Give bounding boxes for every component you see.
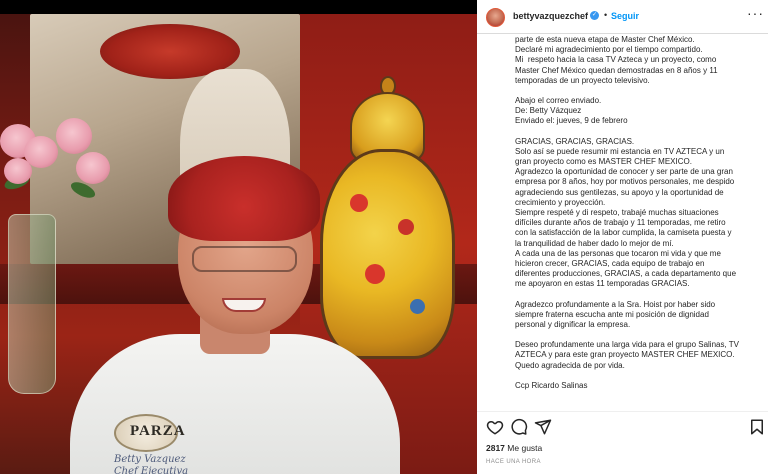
- caption-line: Quedo agradecida de por vida.: [515, 360, 625, 370]
- avatar[interactable]: [486, 8, 505, 27]
- caption-line: difíciles durante años de trabajo y 11 t…: [515, 218, 726, 228]
- post-header: bettyvazquezchef ✓ • Seguir ···: [477, 0, 768, 34]
- caption-line: gran proyecto como es MASTER CHEF MEXICO…: [515, 157, 692, 167]
- talavera-vase: [320, 149, 455, 359]
- caption-line: Agradezco la oportunidad de conocer y se…: [515, 167, 733, 177]
- likes-number: 2817: [486, 443, 505, 453]
- post-side-panel: bettyvazquezchef ✓ • Seguir ··· parte de…: [477, 0, 768, 474]
- caption-line: Abajo el correo enviado.: [515, 96, 602, 106]
- red-hair: [168, 156, 320, 241]
- caption-blank-line: [515, 330, 760, 340]
- follow-button[interactable]: Seguir: [611, 11, 639, 21]
- comment-icon[interactable]: [510, 418, 528, 436]
- caption-line: A cada una de las personas que tocaron m…: [515, 248, 721, 258]
- caption-line: Enviado el: jueves, 9 de febrero: [515, 116, 628, 126]
- caption-line: Deseo profundamente una larga vida para …: [515, 340, 739, 350]
- caption-line: Master Chef México quedan demostradas en…: [515, 65, 718, 75]
- chef-coat: [70, 334, 400, 474]
- embroidery-title: Chef Ejecutiva: [114, 466, 189, 474]
- rose: [4, 158, 32, 184]
- caption-line: Declaré mi agradecimiento por el tiempo …: [515, 45, 703, 55]
- caption-blank-line: [515, 371, 760, 381]
- vase-flower: [350, 194, 368, 212]
- actions-divider: [477, 411, 768, 412]
- header-separator: •: [604, 10, 608, 20]
- caption-line: De: Betty Vázquez: [515, 106, 582, 116]
- caption-line: AZTECA y para este gran proyecto MASTER …: [515, 350, 735, 360]
- caption-line: Mi respeto hacia la casa TV Azteca y un …: [515, 55, 717, 65]
- verified-badge-icon: ✓: [590, 11, 599, 20]
- likes-label: Me gusta: [507, 443, 543, 453]
- caption-line: Siempre respeté y di respeto, trabajé mu…: [515, 208, 719, 218]
- vase-flower: [410, 299, 425, 314]
- more-options-icon[interactable]: ···: [747, 5, 764, 21]
- caption-line: la tranquilidad de haber dado lo mejor d…: [515, 238, 674, 248]
- pink-roses: [0, 114, 120, 224]
- share-icon[interactable]: [534, 418, 552, 436]
- caption-blank-line: [515, 127, 760, 137]
- post-caption: parte de esta nueva etapa de Master Chef…: [477, 35, 768, 410]
- instagram-post-frame: PARZA Betty Vazquez Chef Ejecutiva betty…: [0, 0, 768, 474]
- top-black-strip: [0, 0, 477, 14]
- caption-blank-line: [515, 86, 760, 96]
- caption-line: con la satisfacción de la labor cumplida…: [515, 228, 732, 238]
- vase-flower: [398, 219, 414, 235]
- caption-line: temporadas de un proyecto televisivo.: [515, 75, 650, 85]
- caption-line: diferentes producciones, GRACIAS, a cada…: [515, 269, 737, 279]
- coat-embroidery: Betty Vazquez Chef Ejecutiva: [114, 454, 188, 474]
- post-timestamp[interactable]: HACE UNA HORA: [486, 459, 541, 465]
- embroidery-name: Betty Vazquez: [114, 454, 186, 465]
- likes-count[interactable]: 2817 Me gusta: [486, 443, 542, 453]
- heart-icon[interactable]: [486, 418, 504, 436]
- post-photo[interactable]: PARZA Betty Vazquez Chef Ejecutiva: [0, 14, 477, 474]
- caption-line: parte de esta nueva etapa de Master Chef…: [515, 35, 695, 44]
- caption-line: siempre fraterna escucha ante mi posició…: [515, 309, 709, 319]
- glasses: [192, 246, 297, 272]
- bookmark-icon[interactable]: [748, 418, 766, 436]
- caption-line: empresa por 8 años, hoy por motivos pers…: [515, 177, 735, 187]
- rose: [56, 118, 92, 154]
- caption-line: GRACIAS, GRACIAS, GRACIAS.: [515, 136, 635, 146]
- caption-blank-line: [515, 290, 760, 300]
- caption-line: Ccp Ricardo Salinas: [515, 380, 588, 390]
- caption-line: crecimiento y proyección.: [515, 197, 606, 207]
- action-bar: [477, 414, 768, 440]
- caption-line: hicieron crecer, GRACIAS, cada equipo de…: [515, 259, 705, 269]
- username-link[interactable]: bettyvazquezchef: [513, 11, 588, 21]
- glass-vase: [8, 214, 56, 394]
- rose: [76, 152, 110, 184]
- caption-line: personal y dignificar la empresa.: [515, 320, 631, 330]
- caption-line: Agradezco profundamente a la Sra. Hoist …: [515, 299, 716, 309]
- patch-text: PARZA: [130, 423, 186, 439]
- caption-line: Solo así se puede resumir mi estancia en…: [515, 146, 725, 156]
- caption-line: agradeciendo sus gentilezas, su apoyo y …: [515, 187, 724, 197]
- caption-line: me apoyaron en estas 11 temporadas GRACI…: [515, 279, 690, 289]
- vase-flower: [365, 264, 385, 284]
